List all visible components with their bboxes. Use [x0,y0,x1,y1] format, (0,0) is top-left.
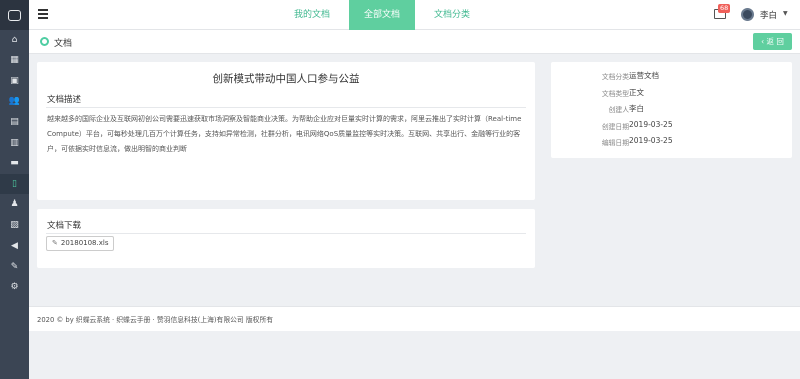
bullhorn-icon[interactable]: ◀ [0,236,29,256]
home-icon[interactable]: ⌂ [0,30,29,50]
circle-icon [40,37,49,46]
person-icon[interactable]: ♟ [0,194,29,214]
menu-toggle-icon[interactable] [38,9,48,20]
tab-all-documents[interactable]: 全部文档 [349,0,415,30]
footer-copyright: 2020 © by 织蝶云系统 · 织蝶云手册 · 赞羽信息科技(上海)有限公司… [37,316,274,324]
avatar[interactable] [741,8,754,21]
divider [46,107,526,108]
tab-my-documents[interactable]: 我的文档 [281,0,343,30]
calendar-icon[interactable]: ▤ [0,112,29,132]
info-label: 编辑日期 [601,139,629,147]
info-label: 创建人 [608,106,629,114]
hammer-icon[interactable]: ✎ [0,257,29,277]
file-attachment-link[interactable]: ✎ 20180108.xls [46,236,115,251]
briefcase-icon[interactable]: ▣ [0,71,29,91]
back-button[interactable]: ‹ 返 回 [753,33,792,50]
document-title: 创新模式带动中国人口参与公益 [212,73,360,85]
sidebar: ⌂ ▦ ▣ 👥 ▤ ▥ ▬ ▯ ♟ ▨ ◀ ✎ ⚙ [0,0,29,379]
info-row: 创建人 李白 [551,102,791,118]
image-icon[interactable]: ▨ [0,215,29,235]
download-card: 文档下载 ✎ 20180108.xls [37,209,535,268]
info-label: 创建日期 [601,122,629,131]
info-row: 编辑日期 2019-03-25 [551,135,791,151]
mail-count-badge: 68 [718,4,731,13]
page-title: 文档 [54,39,73,49]
chevron-down-icon[interactable]: ▼ [783,10,788,17]
info-row: 创建日期 2019-03-25 [551,119,791,135]
download-heading: 文档下载 [47,221,82,231]
gear-icon[interactable]: ⚙ [0,277,29,297]
document-icon[interactable]: ▯ [0,174,29,194]
divider [46,233,526,234]
server-icon[interactable]: ▬ [0,153,29,173]
tab-document-categories[interactable]: 文档分类 [421,0,483,30]
file-name: 20180108.xls [60,239,109,247]
users-icon[interactable]: 👥 [0,91,29,111]
info-value: 正文 [629,87,644,97]
info-value: 2019-03-25 [629,136,673,145]
info-label: 文档类型 [601,89,629,98]
info-value: 李白 [629,104,644,113]
document-card: 创新模式带动中国人口参与公益 文档描述 越来越多的国际企业及互联网初创公司需要迅… [37,62,535,200]
document-description: 越来越多的国际企业及互联网初创公司需要迅速获取市场洞察及智能商业决策。为帮助企业… [47,115,522,153]
document-info-card: 文档分类 运营文档 文档类型 正文 创建人 李白 创建日期 2019-03-25 编辑日期 201… [551,62,792,158]
info-value: 2019-03-25 [629,119,673,129]
info-label: 文档分类 [601,73,629,81]
info-value: 运营文档 [629,71,659,80]
grid-icon[interactable]: ▦ [0,50,29,70]
footer: 2020 © by 织蝶云系统 · 织蝶云手册 · 赞羽信息科技(上海)有限公司… [29,306,800,331]
description-heading: 文档描述 [47,95,82,105]
user-name[interactable]: 李白 [760,9,777,21]
book-icon[interactable]: ▥ [0,133,29,153]
page-header: 文档 ‹ 返 回 [29,30,800,54]
app-logo[interactable] [0,0,29,30]
info-row: 文档分类 运营文档 [551,69,791,85]
top-bar: 我的文档 全部文档 文档分类 68 李白 ▼ [29,0,800,30]
info-row: 文档类型 正文 [551,86,791,102]
paperclip-icon: ✎ [52,239,58,247]
